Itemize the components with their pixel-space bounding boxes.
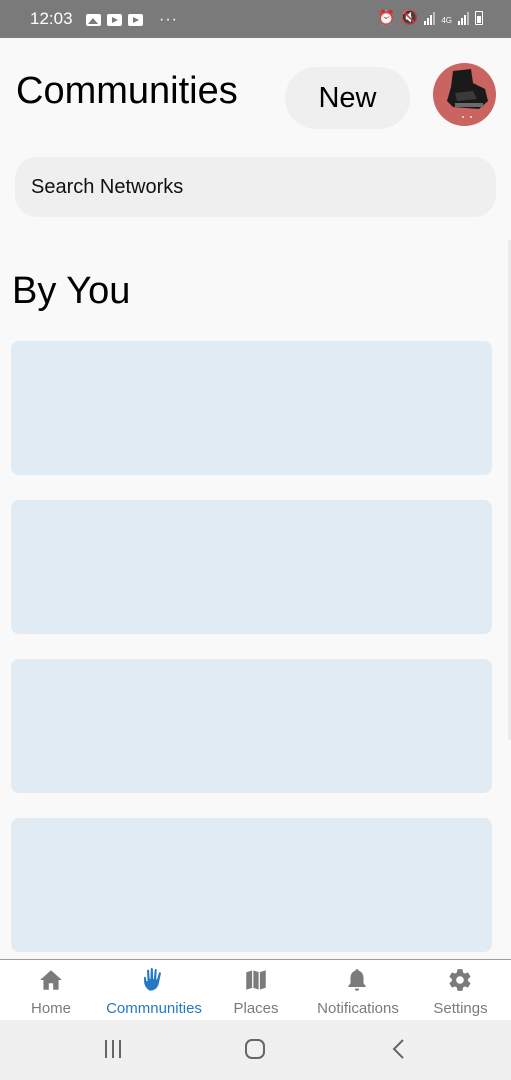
community-card[interactable] [11,341,492,475]
nav-label-communities: Commnunities [106,1000,202,1017]
gallery-icon [86,14,101,26]
status-bar: 12:03 ··· ⏰ 🔇 4G [0,0,511,38]
nav-label-places: Places [233,1000,279,1017]
signal-icon [458,11,469,25]
bottom-navigation: Home Commnunities Places Notifications S… [0,959,511,1021]
page-title: Communities [16,70,238,112]
nav-label-home: Home [30,1000,71,1017]
nav-item-settings[interactable]: Settings [410,960,511,1021]
nav-item-places[interactable]: Places [206,960,306,1021]
system-status-icons: ⏰ 🔇 4G [377,9,483,25]
section-heading: By You [12,270,131,312]
notification-icons: ··· [86,11,178,29]
battery-icon [475,11,483,25]
alarm-icon: ⏰ [377,9,395,25]
search-input[interactable] [15,157,496,217]
nav-label-settings: Settings [433,1000,488,1017]
profile-avatar [447,69,488,118]
hand-icon [144,967,161,991]
nav-label-notifications: Notifications [317,1000,399,1017]
nav-item-home[interactable]: Home [0,960,102,1021]
gear-icon [449,969,471,991]
bell-icon [348,969,366,991]
4g-icon: 4G [441,16,452,25]
status-time: 12:03 [30,9,73,28]
community-card[interactable] [11,818,492,952]
system-navigation-bar [0,1020,511,1080]
nav-item-communities[interactable]: Commnunities [102,960,206,1021]
more-notifications-icon: ··· [159,11,178,28]
map-icon [246,970,266,990]
recent-apps-icon[interactable] [102,1038,124,1060]
avatar[interactable] [433,63,496,126]
community-card[interactable] [11,500,492,634]
back-icon[interactable] [388,1037,410,1061]
nav-item-notifications[interactable]: Notifications [306,960,410,1021]
youtube-icon [107,14,122,26]
home-icon [40,970,62,990]
youtube-icon [128,14,143,26]
signal-icon [424,11,436,25]
community-card[interactable] [11,659,492,793]
new-community-button[interactable]: New [285,67,410,129]
home-circle-icon[interactable] [243,1037,267,1061]
mute-icon: 🔇 [400,9,419,25]
